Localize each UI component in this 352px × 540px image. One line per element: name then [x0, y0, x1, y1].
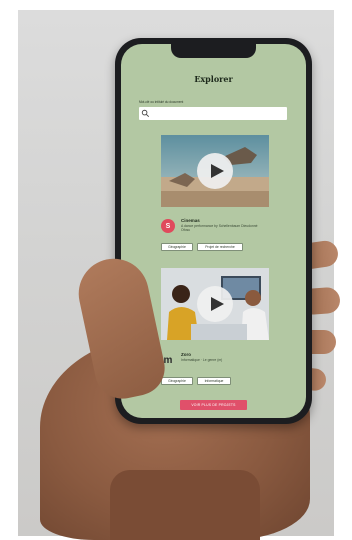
tag-chip[interactable]: Informatique [197, 377, 231, 385]
tag-chip[interactable]: Projet de recherche [197, 243, 243, 251]
video-thumbnail[interactable] [161, 268, 269, 340]
play-icon [210, 297, 224, 311]
hand-wrist [110, 470, 260, 540]
tag-chip[interactable]: Géographie [161, 377, 193, 385]
search-icon [141, 109, 150, 118]
card-title[interactable]: Cinemas [181, 218, 200, 223]
card-title[interactable]: Zoro [181, 352, 191, 357]
avatar: S [161, 219, 175, 233]
card-description: Informatique · Le genre (m) [181, 358, 223, 362]
play-button[interactable] [197, 286, 233, 322]
page-title: Explorer [194, 74, 233, 84]
search-label: Mot-clé ou intitulé du document [139, 100, 184, 104]
tag-chip[interactable]: Géographie [161, 243, 193, 251]
video-thumbnail[interactable] [161, 135, 269, 207]
load-more-button[interactable]: VOIR PLUS DE PROJETS [180, 400, 247, 410]
play-button[interactable] [197, 153, 233, 189]
phone-notch [171, 44, 256, 58]
play-icon [210, 164, 224, 178]
search-input[interactable] [139, 107, 287, 120]
card-description: A dance performance by Schellenbaum Dieu… [181, 224, 258, 233]
